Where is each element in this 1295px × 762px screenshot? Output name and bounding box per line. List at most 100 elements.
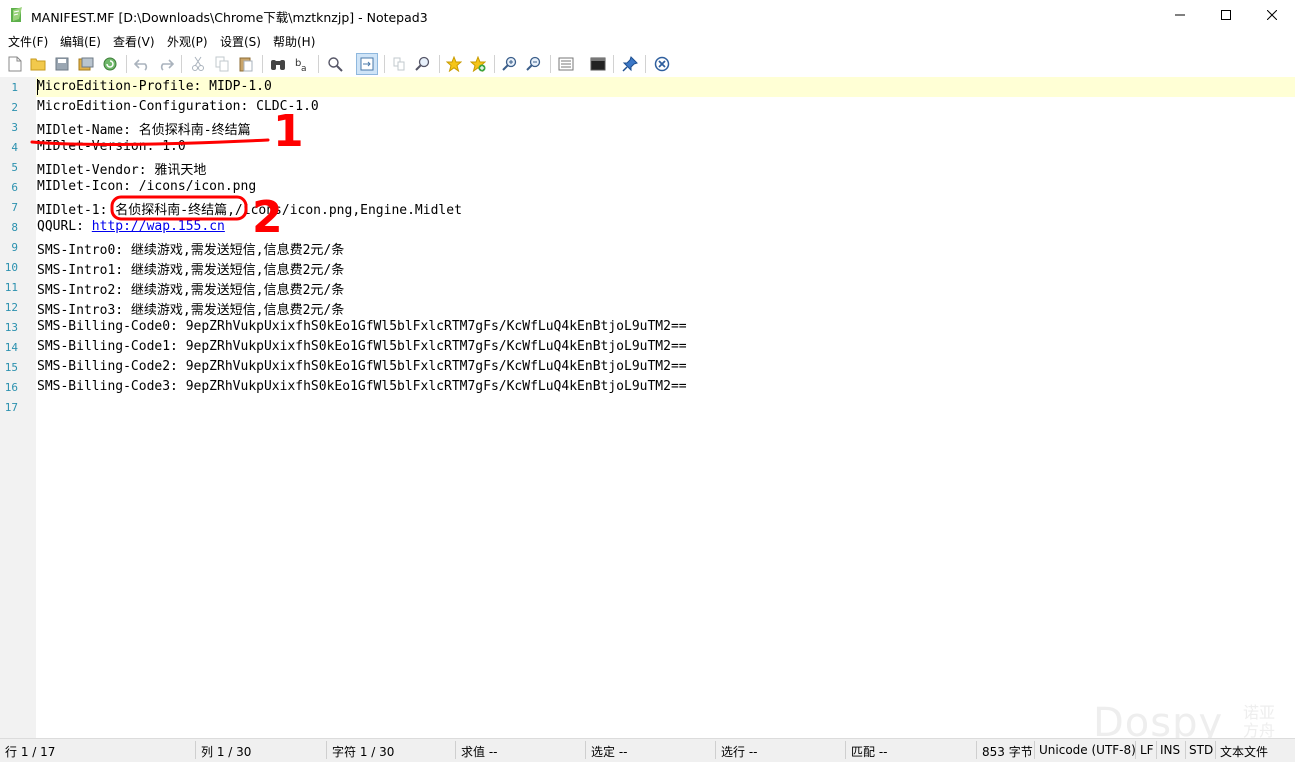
new-file-icon bbox=[8, 56, 22, 72]
line-number: 4 bbox=[11, 141, 18, 154]
menu-help[interactable]: 帮助(H) bbox=[273, 33, 315, 50]
editor-line[interactable]: 3 MIDlet-Name: 名侦探科南-终结篇 bbox=[0, 117, 1295, 138]
annotation-number-2: 2 bbox=[252, 192, 283, 243]
undo-button[interactable] bbox=[132, 54, 152, 74]
status-eol[interactable]: LF bbox=[1140, 743, 1154, 757]
editor-line[interactable]: 5 MIDlet-Vendor: 雅讯天地 bbox=[0, 157, 1295, 178]
menu-appearance[interactable]: 外观(P) bbox=[167, 33, 208, 50]
save-button[interactable] bbox=[52, 54, 72, 74]
new-file-button[interactable] bbox=[5, 54, 25, 74]
toolbar-separator bbox=[384, 55, 385, 73]
line-content: SMS-Billing-Code0: 9epZRhVukpUxixfhS0kEo… bbox=[37, 319, 687, 334]
editor-line[interactable]: 2 MicroEdition-Configuration: CLDC-1.0 bbox=[0, 97, 1295, 117]
status-eval[interactable]: 求值 -- bbox=[461, 743, 497, 760]
editor-line[interactable]: 4 MIDlet-Version: 1.0 bbox=[0, 137, 1295, 157]
toolbar-separator bbox=[613, 55, 614, 73]
editor-line[interactable]: 11 SMS-Intro2: 继续游戏,需发送短信,信息费2元/条 bbox=[0, 277, 1295, 298]
editor-area[interactable]: 1 MicroEdition-Profile: MIDP-1.0 2 MicroEdi… bbox=[0, 77, 1295, 738]
line-number: 2 bbox=[11, 101, 18, 114]
line-text: MIDlet-Icon: /icons/icon.png bbox=[37, 179, 256, 194]
line-content: MIDlet-1: 名侦探科南-终结篇,/icons/icon.png,Engi… bbox=[37, 203, 462, 218]
status-encoding[interactable]: Unicode (UTF-8) bbox=[1039, 743, 1136, 757]
favorites-button[interactable] bbox=[444, 54, 464, 74]
scheme-button[interactable] bbox=[556, 54, 576, 74]
status-match[interactable]: 匹配 -- bbox=[851, 743, 887, 760]
find-button[interactable] bbox=[268, 54, 288, 74]
editor-line[interactable]: 16 SMS-Billing-Code3: 9epZRhVukpUxixfhS0k… bbox=[0, 377, 1295, 397]
toolbar-separator bbox=[645, 55, 646, 73]
editor-line[interactable]: 13 SMS-Billing-Code0: 9epZRhVukpUxixfhS0k… bbox=[0, 317, 1295, 337]
status-insert-mode[interactable]: INS bbox=[1160, 743, 1180, 757]
line-text: MicroEdition-Profile: MIDP-1.0 bbox=[37, 79, 272, 94]
line-number: 14 bbox=[4, 341, 18, 354]
status-file-size[interactable]: 853 字节 bbox=[982, 743, 1033, 760]
open-button[interactable] bbox=[28, 54, 48, 74]
editor-line[interactable]: 12 SMS-Intro3: 继续游戏,需发送短信,信息费2元/条 bbox=[0, 297, 1295, 318]
pin-button[interactable] bbox=[620, 54, 640, 74]
editor-line[interactable]: 17 bbox=[0, 397, 1295, 417]
menu-settings[interactable]: 设置(S) bbox=[220, 33, 261, 50]
copy-button[interactable] bbox=[212, 54, 232, 74]
goto-icon bbox=[328, 57, 343, 72]
maximize-icon bbox=[1221, 10, 1231, 20]
replace-button[interactable]: ba bbox=[292, 54, 312, 74]
word-wrap-button[interactable] bbox=[356, 53, 378, 75]
replace-icon: ba bbox=[295, 58, 307, 72]
editor-line[interactable]: 6 MIDlet-Icon: /icons/icon.png bbox=[0, 177, 1295, 197]
cut-button[interactable] bbox=[188, 54, 208, 74]
line-text: SMS-Billing-Code0: 9epZRhVukpUxixfhS0kEo… bbox=[37, 319, 687, 334]
zoom-find-button[interactable] bbox=[413, 54, 433, 74]
add-favorite-button[interactable] bbox=[468, 54, 488, 74]
minimize-button[interactable] bbox=[1157, 0, 1203, 30]
editor-line[interactable]: 15 SMS-Billing-Code2: 9epZRhVukpUxixfhS0k… bbox=[0, 357, 1295, 377]
status-selection[interactable]: 选定 -- bbox=[591, 743, 627, 760]
line-content: MIDlet-Version: 1.0 bbox=[37, 139, 186, 154]
line-number: 10 bbox=[4, 261, 18, 274]
status-column[interactable]: 列 1 / 30 bbox=[201, 743, 251, 760]
menu-file[interactable]: 文件(F) bbox=[8, 33, 48, 50]
line-text: MIDlet-Vendor: 雅讯天地 bbox=[37, 159, 206, 178]
line-text: SMS-Intro2: 继续游戏,需发送短信,信息费2元/条 bbox=[37, 279, 344, 298]
console-button[interactable] bbox=[588, 54, 608, 74]
status-separator bbox=[1215, 741, 1216, 759]
line-text: SMS-Intro1: 继续游戏,需发送短信,信息费2元/条 bbox=[37, 259, 344, 278]
line-text: MIDlet-Name: 名侦探科南-终结篇 bbox=[37, 119, 251, 138]
status-separator bbox=[455, 741, 456, 759]
menu-edit[interactable]: 编辑(E) bbox=[60, 33, 101, 50]
zoom-in-button[interactable] bbox=[500, 54, 520, 74]
menu-view[interactable]: 查看(V) bbox=[113, 33, 155, 50]
editor-line[interactable]: 10 SMS-Intro1: 继续游戏,需发送短信,信息费2元/条 bbox=[0, 257, 1295, 278]
status-separator bbox=[715, 741, 716, 759]
status-line[interactable]: 行 1 / 17 bbox=[5, 743, 55, 760]
status-selected-lines[interactable]: 选行 -- bbox=[721, 743, 757, 760]
undo-icon bbox=[134, 59, 148, 71]
save-as-button[interactable] bbox=[76, 54, 96, 74]
copy-icon bbox=[215, 56, 229, 72]
line-text: SMS-Billing-Code3: 9epZRhVukpUxixfhS0kEo… bbox=[37, 379, 687, 394]
status-std[interactable]: STD bbox=[1189, 743, 1213, 757]
zoom-out-button[interactable] bbox=[524, 54, 544, 74]
editor-line[interactable]: 8 QQURL: http://wap.155.cn bbox=[0, 217, 1295, 237]
maximize-button[interactable] bbox=[1203, 0, 1249, 30]
paste-button[interactable] bbox=[236, 54, 256, 74]
revert-button[interactable] bbox=[100, 54, 120, 74]
url-link[interactable]: http://wap.155.cn bbox=[92, 219, 225, 234]
close-button[interactable] bbox=[1249, 0, 1295, 30]
status-character[interactable]: 字符 1 / 30 bbox=[332, 743, 394, 760]
exit-button[interactable] bbox=[652, 54, 672, 74]
svg-text:a: a bbox=[301, 64, 307, 72]
editor-line[interactable]: 9 SMS-Intro0: 继续游戏,需发送短信,信息费2元/条 bbox=[0, 237, 1295, 258]
status-file-type[interactable]: 文本文件 bbox=[1220, 743, 1268, 760]
toolbar-separator bbox=[494, 55, 495, 73]
redo-button[interactable] bbox=[156, 54, 176, 74]
line-content: SMS-Intro1: 继续游戏,需发送短信,信息费2元/条 bbox=[37, 263, 345, 278]
editor-line[interactable]: 1 MicroEdition-Profile: MIDP-1.0 bbox=[0, 77, 1295, 97]
pin-icon bbox=[622, 56, 638, 72]
editor-line[interactable]: 7 MIDlet-1: 名侦探科南-终结篇,/icons/icon.png,Eng… bbox=[0, 197, 1295, 218]
column-button[interactable] bbox=[389, 54, 409, 74]
add-favorite-icon bbox=[470, 56, 486, 72]
goto-button[interactable] bbox=[325, 54, 345, 74]
exit-icon bbox=[654, 56, 670, 72]
editor-line[interactable]: 14 SMS-Billing-Code1: 9epZRhVukpUxixfhS0k… bbox=[0, 337, 1295, 357]
line-content: SMS-Billing-Code3: 9epZRhVukpUxixfhS0kEo… bbox=[37, 379, 687, 394]
